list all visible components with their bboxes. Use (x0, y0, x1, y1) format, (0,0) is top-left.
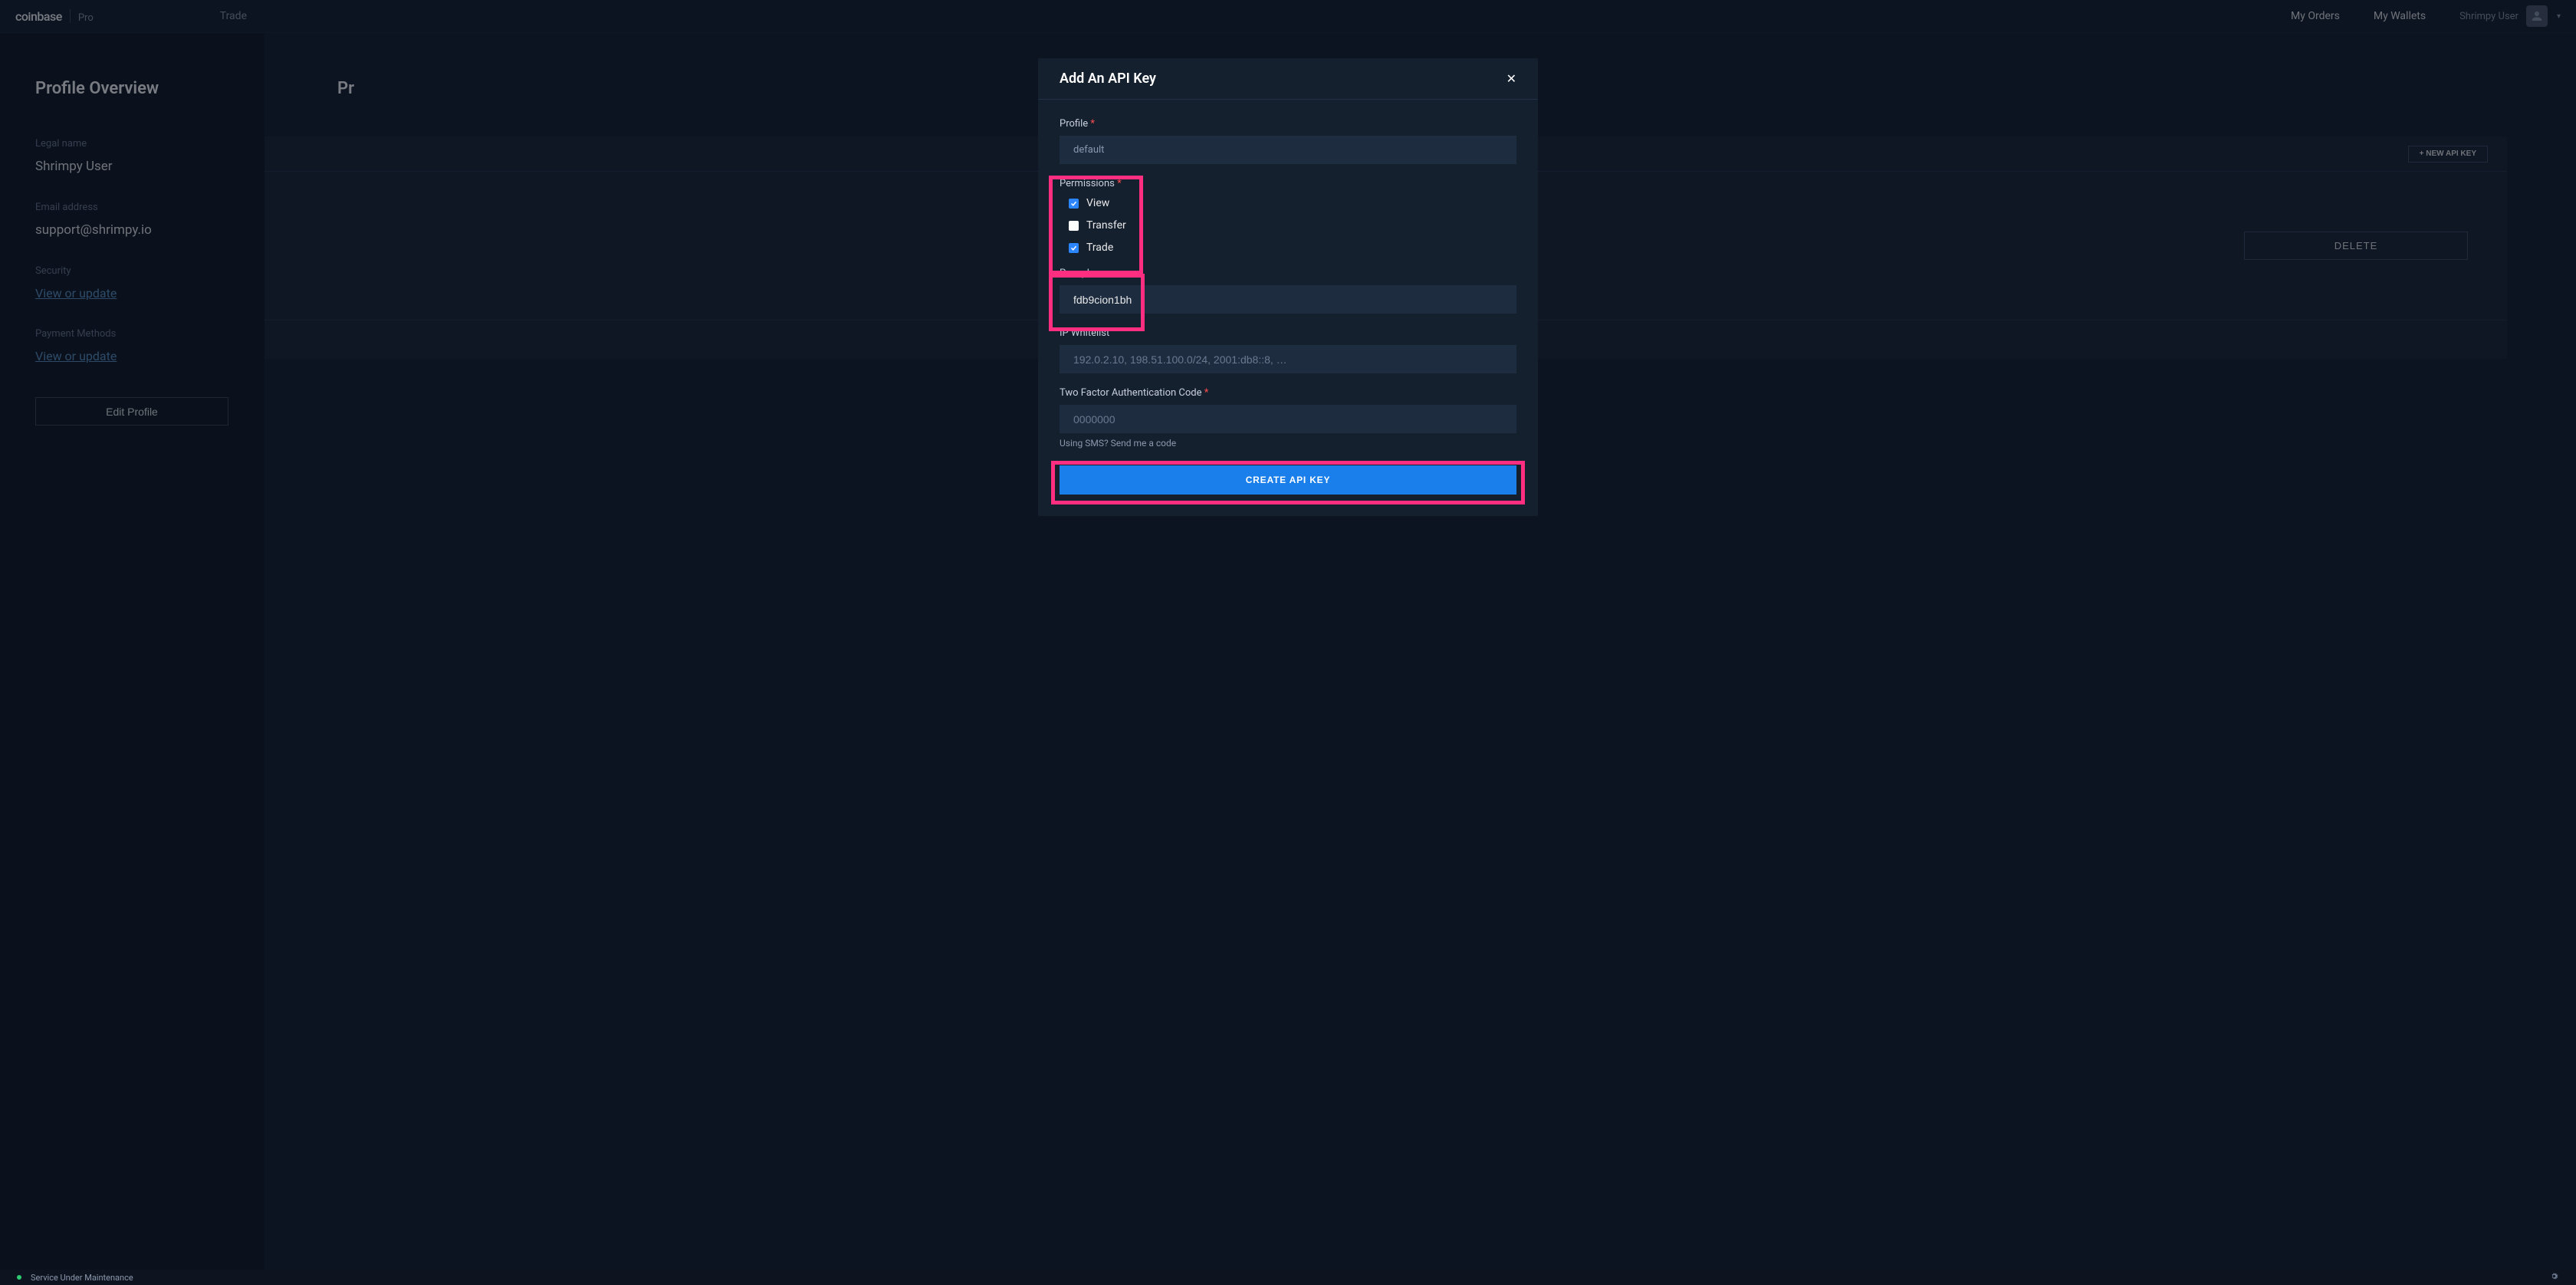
field-tfa: Two Factor Authentication Code * (1060, 387, 1516, 433)
profile-select[interactable]: default (1060, 136, 1516, 164)
ipwhitelist-label: IP Whitelist (1060, 327, 1516, 339)
permission-label: Trade (1086, 242, 1113, 254)
gear-icon[interactable] (2549, 1271, 2559, 1283)
close-icon[interactable]: ✕ (1506, 71, 1516, 87)
checkbox-view[interactable] (1069, 199, 1079, 209)
permission-transfer[interactable]: Transfer (1069, 219, 1516, 232)
permissions-label: Permissions * (1060, 178, 1516, 189)
modal-backdrop: Add An API Key ✕ Profile * default Permi… (0, 0, 2576, 1285)
status-dot-icon (17, 1275, 21, 1280)
passphrase-label: Passphrase (1060, 268, 1516, 279)
tfa-input[interactable] (1060, 405, 1516, 433)
modal-body: Profile * default Permissions * View Tran… (1038, 100, 1538, 516)
checkbox-trade[interactable] (1069, 243, 1079, 253)
modal-header: Add An API Key ✕ (1038, 58, 1538, 100)
ipwhitelist-input[interactable] (1060, 345, 1516, 373)
create-api-key-button[interactable]: CREATE API KEY (1060, 465, 1516, 495)
field-ip-whitelist: IP Whitelist (1060, 327, 1516, 373)
permission-trade[interactable]: Trade (1069, 242, 1516, 254)
passphrase-input[interactable] (1060, 285, 1516, 314)
status-bar: Service Under Maintenance (0, 1270, 2576, 1285)
permission-label: View (1086, 197, 1109, 209)
profile-label-text: Profile (1060, 118, 1088, 130)
field-profile: Profile * default (1060, 118, 1516, 164)
tfa-label: Two Factor Authentication Code * (1060, 387, 1516, 399)
sms-code-link[interactable]: Using SMS? Send me a code (1060, 438, 1516, 449)
permission-view[interactable]: View (1069, 197, 1516, 209)
modal-title: Add An API Key (1060, 71, 1156, 87)
checkbox-transfer[interactable] (1069, 221, 1079, 231)
tfa-label-text: Two Factor Authentication Code (1060, 387, 1202, 399)
permissions-label-text: Permissions (1060, 178, 1115, 189)
field-passphrase: Passphrase (1060, 268, 1516, 314)
profile-label: Profile * (1060, 118, 1516, 130)
field-permissions: Permissions * View Transfer Trade (1060, 178, 1516, 254)
add-api-key-modal: Add An API Key ✕ Profile * default Permi… (1038, 58, 1538, 516)
status-text: Service Under Maintenance (31, 1273, 133, 1283)
profile-value: default (1073, 144, 1104, 156)
permission-label: Transfer (1086, 219, 1126, 232)
permissions-list: View Transfer Trade (1060, 197, 1516, 254)
